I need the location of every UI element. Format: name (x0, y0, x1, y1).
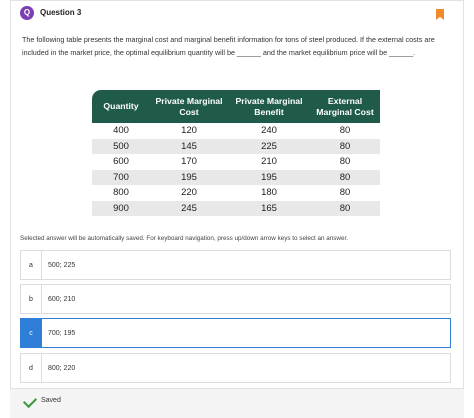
table-cell: 600 (113, 156, 129, 167)
option-letter: c (21, 319, 42, 347)
table-footer (92, 216, 380, 222)
option-text: 700; 195 (48, 329, 76, 337)
answer-option-b[interactable]: b 600; 210 (20, 284, 451, 314)
table-row: 600 170 210 80 (92, 154, 380, 170)
table-cell: 245 (181, 202, 197, 214)
table-cell: 180 (261, 187, 277, 198)
table-cell: 80 (339, 140, 351, 152)
table-cell: 500 (113, 140, 129, 152)
table-header: Quantity Private Marginal Cost Private M… (92, 90, 380, 123)
option-text: 600; 210 (48, 295, 76, 303)
table-cell: 225 (261, 140, 277, 152)
answer-option-a[interactable]: a 500; 225 (20, 250, 451, 280)
table-cell: 165 (261, 202, 277, 214)
header-private-mc: Private Marginal Cost (155, 95, 223, 117)
table-row: 900 245 165 80 (92, 200, 380, 216)
table-cell: 195 (181, 171, 197, 183)
question-title: Question 3 (40, 8, 82, 17)
table-cell: 220 (181, 187, 197, 198)
table-cell: 80 (339, 202, 351, 214)
table-row: 400 120 240 80 (92, 123, 380, 139)
header-external-mc: External Marginal Cost (316, 95, 374, 117)
table-cell: 145 (181, 140, 197, 152)
saved-status: Saved (41, 397, 61, 404)
table-cell: 80 (339, 125, 351, 136)
table-cell: 195 (261, 171, 277, 183)
table-cell: 400 (113, 125, 129, 136)
table-cell: 80 (339, 156, 351, 167)
answer-option-c[interactable]: c 700; 195 (20, 318, 451, 348)
table-cell: 80 (339, 187, 351, 198)
data-table: Quantity Private Marginal Cost Private M… (92, 90, 380, 222)
option-letter: a (21, 251, 42, 279)
table-row: 500 145 225 80 (92, 138, 380, 154)
header-quantity: Quantity (103, 101, 139, 111)
table-cell: 800 (113, 187, 129, 198)
table-row: 700 195 195 80 (92, 169, 380, 185)
table-cell: 120 (181, 125, 197, 136)
status-bar: Saved (10, 388, 464, 418)
autosave-note: Selected answer will be automatically sa… (20, 235, 348, 242)
table-cell: 210 (261, 156, 277, 167)
table-cell: 700 (113, 171, 129, 183)
check-icon (22, 393, 38, 409)
table-body: 400 120 240 80 500 145 225 80 600 170 210 80 700 195 1… (92, 123, 380, 216)
header-private-mb: Private Marginal Benefit (235, 95, 303, 117)
table-cell: 80 (339, 171, 351, 183)
option-text: 500; 225 (48, 261, 76, 269)
table-row: 800 220 180 80 (92, 185, 380, 201)
question-type-icon: Q (20, 6, 34, 20)
option-text: 800; 220 (48, 364, 76, 372)
answer-option-d[interactable]: d 800; 220 (20, 353, 451, 383)
table-cell: 170 (181, 156, 197, 167)
table-cell: 240 (261, 125, 277, 136)
option-letter: d (21, 354, 42, 382)
option-letter: b (21, 285, 42, 313)
table-cell: 900 (113, 202, 129, 214)
question-prompt: The following table presents the margina… (22, 35, 435, 57)
